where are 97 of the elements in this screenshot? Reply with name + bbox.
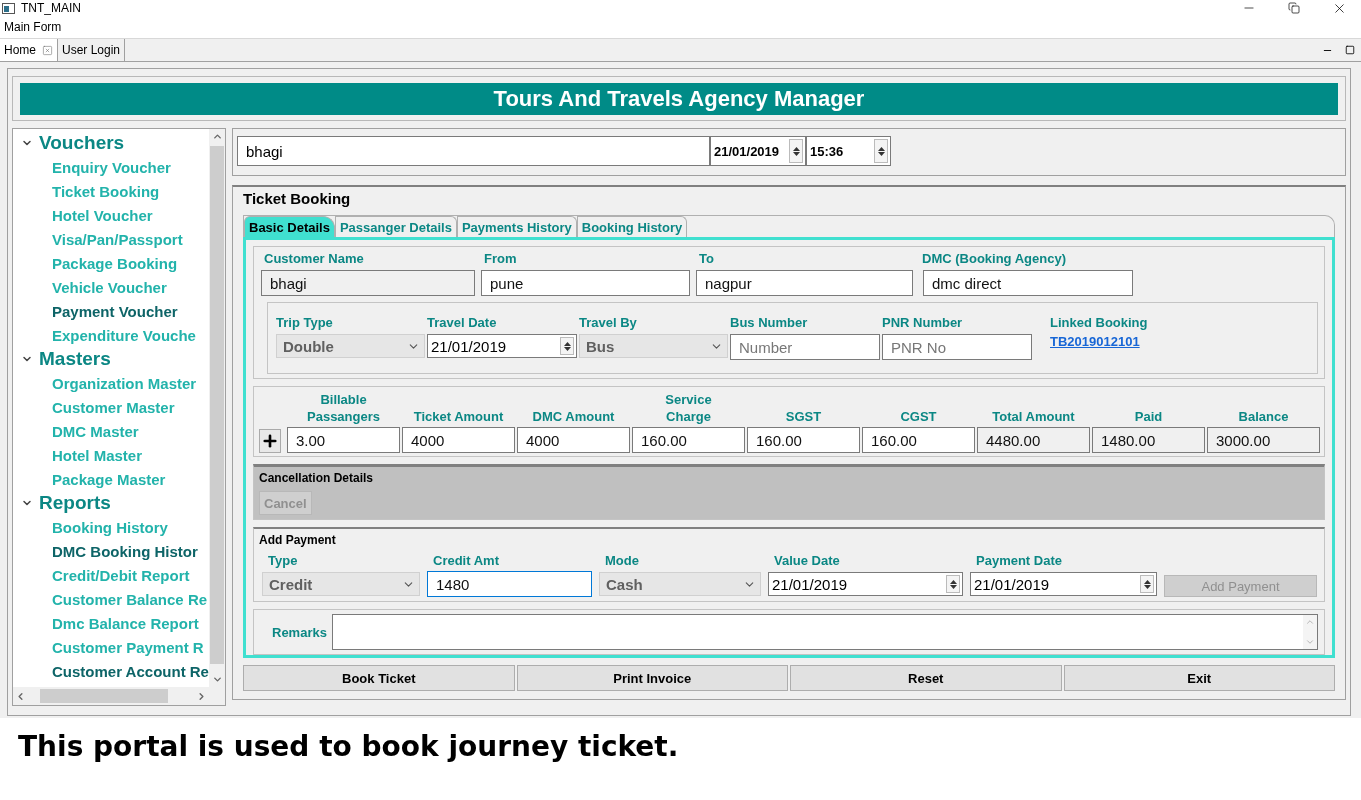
input-field[interactable]: dmc direct xyxy=(923,270,1133,296)
spinner-control[interactable] xyxy=(1140,575,1154,593)
tab[interactable]: Payments History xyxy=(456,216,577,237)
tree-item[interactable]: DMC Booking Histor xyxy=(21,539,209,563)
section-title: Cancellation Details xyxy=(259,471,375,485)
tree-group[interactable]: Masters xyxy=(39,348,111,370)
field-label: Travel By xyxy=(579,315,638,330)
amount-field[interactable]: 3000.00 xyxy=(1207,427,1320,453)
column-label: SGST xyxy=(785,408,822,425)
window-title: TNT_MAIN xyxy=(21,1,81,15)
field-label: Trip Type xyxy=(276,315,334,330)
field-label: Remarks xyxy=(272,624,328,640)
input-field[interactable]: Number xyxy=(730,334,880,360)
spinner-control[interactable] xyxy=(874,139,888,163)
customer-search-field[interactable]: bhagi xyxy=(237,136,710,166)
column-label: CGST xyxy=(900,408,937,425)
amount-field[interactable]: 160.00 xyxy=(632,427,745,453)
action-button[interactable]: Print Invoice xyxy=(516,665,788,691)
field-label: To xyxy=(698,251,715,266)
field-label: Payment Date xyxy=(975,553,1063,568)
app-banner: Tours And Travels Agency Manager xyxy=(20,83,1338,115)
column-label: Paid xyxy=(1134,408,1163,425)
date-field[interactable]: 21/01/2019 xyxy=(427,334,577,358)
tab[interactable]: Basic Details xyxy=(244,216,335,237)
spinner-control[interactable] xyxy=(946,575,960,593)
input-field[interactable]: nagpur xyxy=(696,270,913,296)
column-label: Service Charge xyxy=(664,391,713,425)
column-label: Ticket Amount xyxy=(413,408,504,425)
horizontal-scrollbar[interactable] xyxy=(13,687,209,705)
caption-text: This portal is used to book journey ticket. xyxy=(17,729,680,763)
input-field[interactable]: 1480 xyxy=(427,571,592,597)
down-arrow-icon[interactable] xyxy=(877,151,885,156)
action-button[interactable]: Book Ticket xyxy=(243,665,515,691)
field-label: PNR Number xyxy=(882,315,964,330)
scroll-down-icon[interactable] xyxy=(211,674,223,685)
dropdown[interactable]: Cash xyxy=(599,572,761,596)
linked-booking-link[interactable]: TB2019012101 xyxy=(1050,334,1140,349)
time-field[interactable]: 15:36 xyxy=(806,136,891,166)
amount-field[interactable]: 4480.00 xyxy=(977,427,1090,453)
section-title: Add Payment xyxy=(259,533,337,547)
down-arrow-icon[interactable] xyxy=(949,584,957,589)
group-title: Ticket Booking xyxy=(243,190,352,209)
input-field[interactable]: PNR No xyxy=(882,334,1032,360)
up-arrow-icon[interactable] xyxy=(949,579,957,584)
tree-item[interactable]: Payment Voucher xyxy=(21,299,209,323)
tree-item[interactable]: Customer Account Re xyxy=(21,659,209,683)
input-field[interactable]: pune xyxy=(481,270,690,296)
down-arrow-icon[interactable] xyxy=(792,151,800,156)
up-arrow-icon[interactable] xyxy=(877,146,885,151)
field-label: Value Date xyxy=(773,553,841,568)
action-button[interactable]: Exit xyxy=(1063,665,1335,691)
scroll-right-icon[interactable] xyxy=(196,690,207,702)
field-label: Linked Booking xyxy=(1049,315,1149,330)
up-arrow-icon[interactable] xyxy=(563,341,571,346)
column-label: Total Amount xyxy=(992,408,1075,425)
dropdown[interactable]: Double xyxy=(276,334,425,358)
up-arrow-icon[interactable] xyxy=(792,146,800,151)
amount-field[interactable]: 1480.00 xyxy=(1092,427,1205,453)
date-field[interactable]: 21/01/2019 xyxy=(970,572,1157,596)
field-label: Credit Amt xyxy=(432,553,500,568)
date-field[interactable]: 21/01/2019 xyxy=(710,136,806,166)
field-label: From xyxy=(483,251,518,266)
spinner-control[interactable] xyxy=(789,139,803,163)
plus-icon xyxy=(261,432,279,450)
restore-icon[interactable] xyxy=(1288,2,1300,14)
amount-field[interactable]: 160.00 xyxy=(862,427,975,453)
document-tab[interactable]: Home xyxy=(0,39,58,61)
maximize-icon[interactable] xyxy=(1345,45,1355,55)
field-label: DMC (Booking Agency) xyxy=(921,251,1067,266)
amount-field[interactable]: 160.00 xyxy=(747,427,860,453)
down-arrow-icon[interactable] xyxy=(1143,584,1151,589)
up-arrow-icon[interactable] xyxy=(1143,579,1151,584)
column-label: Billable Passangers xyxy=(306,391,381,425)
action-button[interactable]: Reset xyxy=(790,665,1062,691)
dropdown[interactable]: Credit xyxy=(262,572,420,596)
amount-field[interactable]: 4000 xyxy=(402,427,515,453)
amount-field[interactable]: 4000 xyxy=(517,427,630,453)
tree-group[interactable]: Vouchers xyxy=(39,132,125,154)
down-arrow-icon[interactable] xyxy=(563,346,571,351)
field-label: Mode xyxy=(604,553,640,568)
amount-field[interactable]: 3.00 xyxy=(287,427,400,453)
column-label: DMC Amount xyxy=(532,408,615,425)
field-label: Type xyxy=(267,553,299,568)
menu-item[interactable]: Main Form xyxy=(4,20,62,34)
field-label: Travel Date xyxy=(427,315,498,330)
tab[interactable]: Passanger Details xyxy=(334,216,457,237)
date-field[interactable]: 21/01/2019 xyxy=(768,572,963,596)
add-button[interactable] xyxy=(259,429,281,453)
tree-group[interactable]: Reports xyxy=(39,492,111,514)
field-label: Customer Name xyxy=(263,251,365,266)
dropdown[interactable]: Bus xyxy=(579,334,728,358)
scroll-up-icon[interactable] xyxy=(211,131,223,142)
field-label: Bus Number xyxy=(730,315,809,330)
tab[interactable]: Booking History xyxy=(576,216,688,237)
vertical-scrollbar[interactable] xyxy=(209,129,225,687)
spinner-control[interactable] xyxy=(560,337,574,355)
column-label: Balance xyxy=(1238,408,1289,425)
